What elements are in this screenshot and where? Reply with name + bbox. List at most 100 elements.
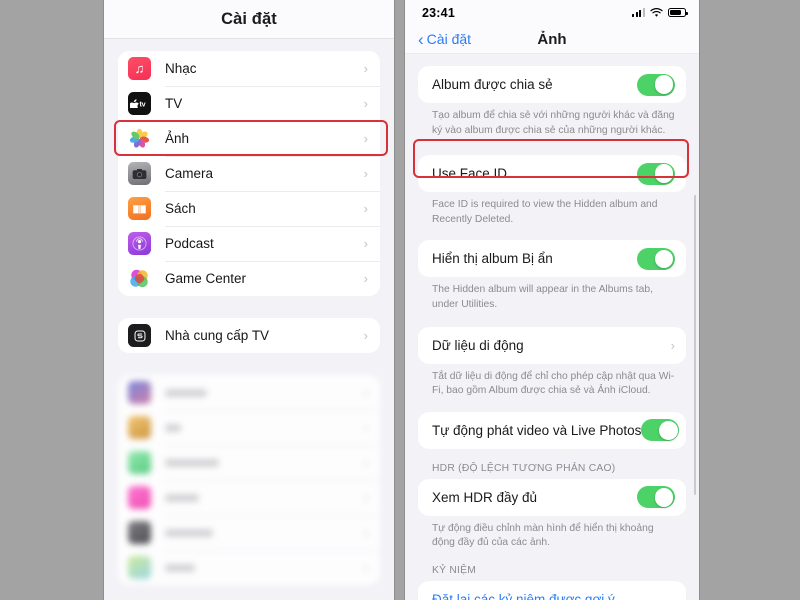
appletv-icon: tv	[128, 92, 151, 115]
camera-icon	[128, 162, 151, 185]
sidebar-item-label: TV	[165, 96, 183, 111]
sidebar-item-sach[interactable]: Sách ›	[118, 191, 380, 226]
back-button[interactable]: ‹ Cài đặt	[418, 31, 471, 48]
wifi-icon	[650, 7, 663, 17]
settings-body: ♫ Nhạc › tv TV › Ảnh › Camera › Sách › P…	[104, 51, 394, 585]
chevron-right-icon: ›	[363, 490, 368, 505]
settings-header: Cài đặt	[104, 0, 394, 39]
blurred-app-icon-1	[128, 381, 151, 404]
list-item[interactable]: ›	[118, 445, 380, 480]
scrollbar[interactable]	[693, 195, 696, 495]
shared-album-footnote: Tạo album để chia sẻ với những người khá…	[432, 110, 675, 136]
sidebar-item-tv[interactable]: tv TV ›	[118, 86, 380, 121]
view-full-hdr-toggle[interactable]	[637, 486, 675, 509]
nav-bar: ‹ Cài đặt Ảnh	[405, 25, 699, 54]
gamecenter-icon	[128, 267, 151, 290]
hdr-section-header: HDR (ĐỘ LỆCH TƯƠNG PHẢN CAO)	[432, 462, 616, 474]
chevron-right-icon: ›	[363, 420, 368, 435]
chevron-right-icon: ›	[363, 201, 368, 216]
status-bar: 23:41	[405, 0, 699, 25]
sidebar-item-nhac[interactable]: ♫ Nhạc ›	[118, 51, 380, 86]
back-button-label: Cài đặt	[426, 31, 472, 47]
autoplay-videos-section: Tự động phát video và Live Photos	[418, 411, 686, 449]
shared-album-toggle[interactable]	[637, 73, 675, 96]
tv-provider-icon	[128, 324, 151, 347]
photos-icon	[128, 127, 151, 150]
page-title: Cài đặt	[221, 9, 277, 28]
blurred-label	[165, 563, 195, 572]
sidebar-item-camera[interactable]: Camera ›	[118, 156, 380, 191]
chevron-right-icon: ›	[363, 131, 368, 146]
cellular-signal-icon	[631, 8, 645, 17]
sidebar-item-tv-provider[interactable]: Nhà cung cấp TV ›	[118, 318, 380, 353]
shared-album-section: Album được chia sẻ	[418, 66, 686, 103]
cellular-data-section: Dữ liệu di động ›	[418, 326, 686, 364]
show-hidden-album-toggle[interactable]	[637, 247, 675, 270]
autoplay-videos-row[interactable]: Tự động phát video và Live Photos	[418, 412, 686, 449]
sidebar-item-label: Ảnh	[165, 131, 190, 146]
show-hidden-album-section: Hiển thị album Bị ẩn	[418, 240, 686, 278]
sidebar-item-label: Camera	[165, 166, 214, 181]
memories-section-header: KỶ NIỆM	[432, 565, 477, 577]
music-icon: ♫	[128, 57, 151, 80]
chevron-right-icon: ›	[670, 337, 675, 353]
autoplay-videos-toggle[interactable]	[641, 419, 680, 442]
battery-icon	[668, 8, 688, 17]
use-face-id-section: Use Face ID	[418, 155, 686, 193]
list-item[interactable]: ›	[118, 550, 380, 585]
view-full-hdr-label: Xem HDR đầy đủ	[432, 489, 538, 505]
chevron-right-icon: ›	[363, 61, 368, 76]
chevron-right-icon: ›	[363, 560, 368, 575]
list-item[interactable]: ›	[118, 410, 380, 445]
hdr-footnote: Tự động điều chỉnh màn hình để hiển thị …	[432, 522, 654, 549]
show-hidden-album-label: Hiển thị album Bị ẩn	[432, 251, 553, 267]
list-item[interactable]: ›	[118, 515, 380, 550]
shared-album-label: Album được chia sẻ	[432, 77, 553, 92]
settings-list-panel: Cài đặt ♫ Nhạc › tv TV › Ảnh › Camera › …	[103, 0, 395, 600]
reset-suggested-memories-row[interactable]: Đặt lại các kỷ niệm được gợi ý	[418, 581, 686, 600]
show-hidden-album-footnote: The Hidden album will appear in the Albu…	[432, 284, 653, 311]
use-face-id-label: Use Face ID	[432, 166, 508, 182]
sidebar-item-label: Nhạc	[165, 61, 197, 76]
chevron-right-icon: ›	[363, 96, 368, 111]
chevron-right-icon: ›	[363, 455, 368, 470]
cellular-data-footnote: Tắt dữ liệu di động để chỉ cho phép cập …	[432, 370, 675, 397]
chevron-right-icon: ›	[363, 166, 368, 181]
sidebar-item-label: Podcast	[165, 236, 214, 251]
sidebar-item-anh[interactable]: Ảnh ›	[118, 121, 380, 156]
sidebar-item-label: Game Center	[165, 271, 247, 286]
blurred-app-icon-6	[128, 556, 151, 579]
list-item[interactable]: ›	[118, 375, 380, 410]
status-bar-time: 23:41	[422, 5, 455, 20]
screenshot-stage: Cài đặt ♫ Nhạc › tv TV › Ảnh › Camera › …	[0, 0, 800, 600]
chevron-left-icon: ‹	[418, 29, 424, 49]
blurred-apps-group: › › › › › ›	[118, 375, 380, 585]
status-bar-icons	[631, 7, 688, 18]
blurred-app-icon-3	[128, 451, 151, 474]
sidebar-item-podcast[interactable]: Podcast ›	[118, 226, 380, 261]
show-hidden-album-row[interactable]: Hiển thị album Bị ẩn	[418, 240, 686, 277]
memories-section: Đặt lại các kỷ niệm được gợi ý	[418, 581, 686, 600]
cellular-data-label: Dữ liệu di động	[432, 337, 524, 353]
view-full-hdr-row[interactable]: Xem HDR đầy đủ	[418, 479, 686, 516]
list-item[interactable]: ›	[118, 480, 380, 515]
sidebar-item-label: Nhà cung cấp TV	[165, 328, 270, 343]
blurred-label	[165, 388, 207, 397]
blurred-label	[165, 458, 219, 467]
use-face-id-row[interactable]: Use Face ID	[418, 155, 686, 192]
cellular-data-row[interactable]: Dữ liệu di động ›	[418, 327, 686, 364]
use-face-id-footnote: Face ID is required to view the Hidden a…	[432, 199, 658, 225]
podcast-icon	[128, 232, 151, 255]
shared-album-row[interactable]: Album được chia sẻ	[418, 66, 686, 103]
chevron-right-icon: ›	[363, 385, 368, 400]
sidebar-item-game-center[interactable]: Game Center ›	[118, 261, 380, 296]
blurred-label	[165, 493, 199, 502]
use-face-id-toggle[interactable]	[637, 162, 675, 185]
svg-text:tv: tv	[140, 100, 146, 108]
chevron-right-icon: ›	[363, 271, 368, 286]
settings-content: Album được chia sẻ Tạo album để chia sẻ …	[405, 54, 699, 600]
reset-suggested-memories-label: Đặt lại các kỷ niệm được gợi ý	[432, 592, 615, 600]
books-icon	[128, 197, 151, 220]
blurred-label	[165, 528, 213, 537]
blurred-app-icon-4	[128, 486, 151, 509]
